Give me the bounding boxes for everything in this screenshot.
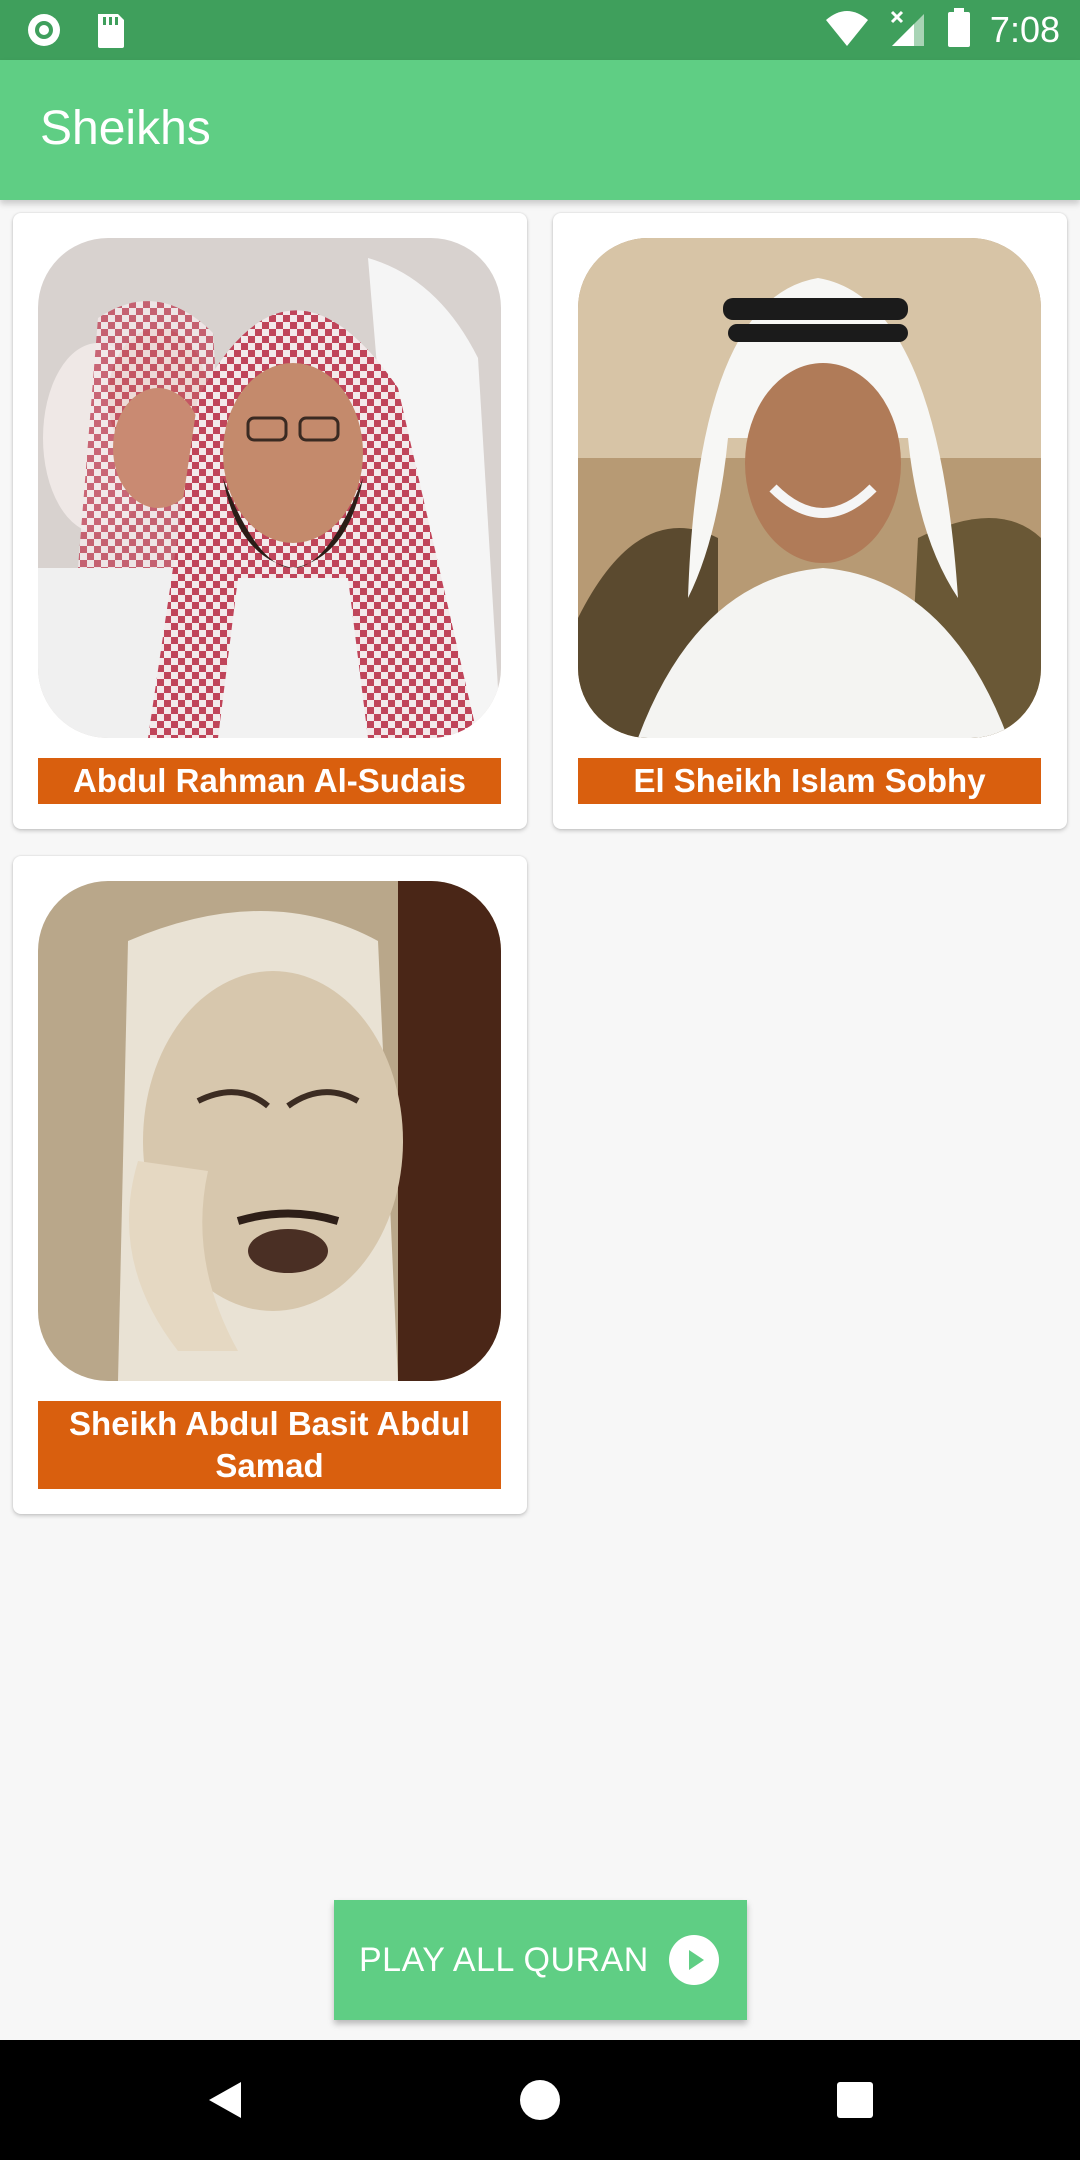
recents-icon: [837, 2082, 873, 2118]
status-bar: 7:08: [0, 0, 1080, 60]
back-button[interactable]: [195, 2070, 255, 2130]
sheikh-name-label: Sheikh Abdul Basit Abdul Samad: [38, 1401, 501, 1489]
sheikh-card[interactable]: Sheikh Abdul Basit Abdul Samad: [13, 856, 527, 1514]
play-all-quran-button[interactable]: PLAY ALL QURAN: [334, 1900, 747, 2020]
sheikh-card[interactable]: Abdul Rahman Al-Sudais: [13, 213, 527, 829]
sheikh-card[interactable]: El Sheikh Islam Sobhy: [553, 213, 1067, 829]
home-button[interactable]: [510, 2070, 570, 2130]
sheikh-sudais-photo[interactable]: [38, 238, 501, 738]
battery-icon: [946, 7, 972, 53]
recents-button[interactable]: [825, 2070, 885, 2130]
signal-icon: [888, 8, 928, 52]
back-icon: [209, 2082, 241, 2118]
system-nav-bar: [0, 2040, 1080, 2160]
home-icon: [520, 2080, 560, 2120]
status-time: 7:08: [989, 9, 1060, 50]
sheikh-abdul-basit-photo[interactable]: [38, 881, 501, 1381]
page-title: Sheikhs: [40, 102, 211, 155]
sheikh-islam-sobhy-photo[interactable]: [578, 238, 1041, 738]
play-all-label: PLAY ALL QURAN: [359, 1940, 649, 1979]
wifi-icon: [824, 8, 870, 52]
play-circle-icon: [669, 1935, 719, 1985]
app-bar: Sheikhs: [0, 60, 1080, 200]
sheikh-name-label: El Sheikh Islam Sobhy: [578, 758, 1041, 804]
notification-circle-icon: [24, 10, 64, 54]
sheikh-name-label: Abdul Rahman Al-Sudais: [38, 758, 501, 804]
sd-card-icon: [94, 10, 128, 54]
